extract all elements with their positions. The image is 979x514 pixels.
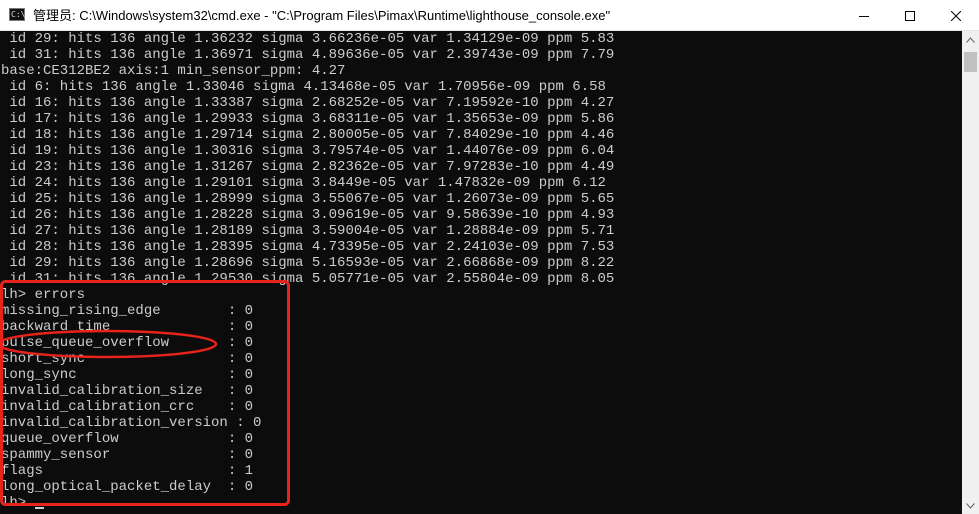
console-lines: id 29: hits 136 angle 1.36232 sigma 3.66… xyxy=(1,31,614,511)
console-window: C:\ 管理员: C:\Windows\system32\cmd.exe - "… xyxy=(0,0,979,514)
cmd-app-icon[interactable]: C:\ xyxy=(9,8,25,21)
title-bar[interactable]: C:\ 管理员: C:\Windows\system32\cmd.exe - "… xyxy=(0,0,979,31)
console-prompt: lh> xyxy=(1,495,35,511)
console-line: base:CE312BE2 axis:1 min_sensor_ppm: 4.2… xyxy=(1,63,346,79)
window-title: 管理员: C:\Windows\system32\cmd.exe - "C:\P… xyxy=(33,8,611,23)
maximize-icon xyxy=(905,10,915,21)
minimize-icon xyxy=(859,15,869,17)
minimize-button[interactable] xyxy=(841,0,887,31)
console-prompt-line[interactable]: lh> xyxy=(1,495,614,511)
console-line: queue_overflow : 0 xyxy=(1,431,254,447)
chevron-down-icon xyxy=(966,502,975,509)
scroll-up-button[interactable] xyxy=(962,31,979,48)
console-output[interactable]: id 29: hits 136 angle 1.36232 sigma 3.66… xyxy=(0,31,962,514)
console-line: id 24: hits 136 angle 1.29101 sigma 3.84… xyxy=(1,175,606,191)
console-line: flags : 1 xyxy=(1,463,254,479)
console-line: id 27: hits 136 angle 1.28189 sigma 3.59… xyxy=(1,223,615,239)
console-line: backward_time : 0 xyxy=(1,319,254,335)
console-line: invalid_calibration_size : 0 xyxy=(1,383,254,399)
console-line: id 19: hits 136 angle 1.30316 sigma 3.79… xyxy=(1,143,615,159)
console-line: id 6: hits 136 angle 1.33046 sigma 4.134… xyxy=(1,79,606,95)
text-cursor xyxy=(34,507,44,509)
console-line: missing_rising_edge : 0 xyxy=(1,303,254,319)
console-line: pulse_queue_overflow : 0 xyxy=(1,335,254,351)
close-button[interactable] xyxy=(933,0,979,31)
console-line: invalid_calibration_version : 0 xyxy=(1,415,262,431)
console-line: id 29: hits 136 angle 1.36232 sigma 3.66… xyxy=(1,31,615,47)
close-icon xyxy=(951,10,961,21)
console-line: lh> errors xyxy=(1,287,86,303)
console-line: invalid_calibration_crc : 0 xyxy=(1,399,254,415)
console-line: id 23: hits 136 angle 1.31267 sigma 2.82… xyxy=(1,159,615,175)
chevron-up-icon xyxy=(966,36,975,43)
console-line: id 26: hits 136 angle 1.28228 sigma 3.09… xyxy=(1,207,615,223)
console-line: id 31: hits 136 angle 1.36971 sigma 4.89… xyxy=(1,47,615,63)
scroll-thumb[interactable] xyxy=(964,52,977,72)
console-line: spammy_sensor : 0 xyxy=(1,447,254,463)
console-line: long_optical_packet_delay : 0 xyxy=(1,479,254,495)
console-line: id 17: hits 136 angle 1.29933 sigma 3.68… xyxy=(1,111,615,127)
maximize-button[interactable] xyxy=(887,0,933,31)
console-line: id 28: hits 136 angle 1.28395 sigma 4.73… xyxy=(1,239,615,255)
console-line: id 18: hits 136 angle 1.29714 sigma 2.80… xyxy=(1,127,615,143)
console-line: id 31: hits 136 angle 1.29530 sigma 5.05… xyxy=(1,271,615,287)
console-line: short_sync : 0 xyxy=(1,351,254,367)
console-line: id 25: hits 136 angle 1.28999 sigma 3.55… xyxy=(1,191,615,207)
vertical-scrollbar[interactable] xyxy=(962,31,979,514)
console-line: id 29: hits 136 angle 1.28696 sigma 5.16… xyxy=(1,255,615,271)
scroll-down-button[interactable] xyxy=(962,497,979,514)
console-line: long_sync : 0 xyxy=(1,367,254,383)
console-line: id 16: hits 136 angle 1.33387 sigma 2.68… xyxy=(1,95,615,111)
